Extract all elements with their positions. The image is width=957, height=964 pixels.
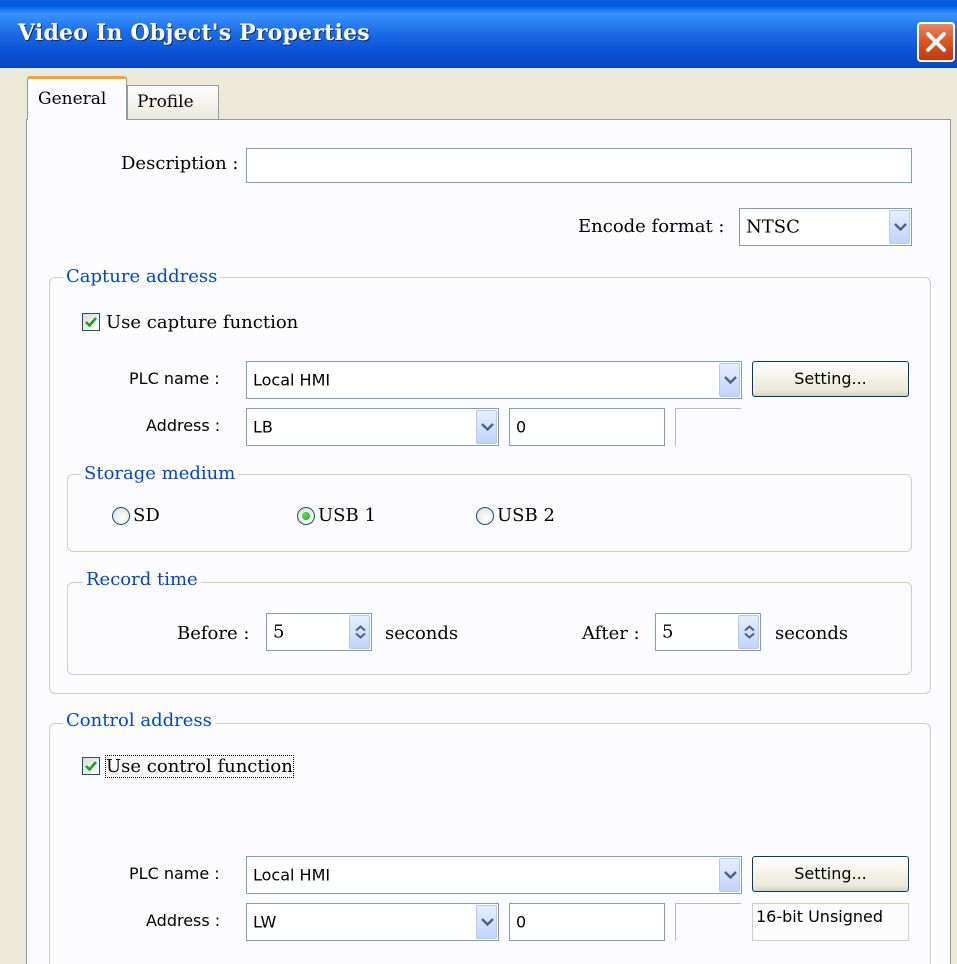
before-spinner[interactable]: 5 [266, 613, 372, 651]
radio-selected-dot [302, 512, 310, 520]
control-address-device-select[interactable]: LW [246, 903, 499, 941]
storage-usb2-radio[interactable] [476, 507, 494, 525]
control-setting-button[interactable]: Setting... [752, 856, 909, 892]
chevron-down-icon [724, 376, 737, 384]
control-address-extra-box [675, 903, 741, 941]
capture-setting-button[interactable]: Setting... [752, 361, 909, 397]
control-address-device-value: LW [253, 912, 277, 932]
tab-profile-label: Profile [137, 92, 194, 112]
capture-plc-name-label: PLC name : [129, 369, 220, 388]
capture-plc-dropdown-button[interactable] [719, 363, 740, 397]
use-capture-label: Use capture function [106, 312, 299, 333]
capture-address-extra-box [675, 408, 741, 446]
control-address-label: Address : [146, 911, 221, 930]
data-format-value: 16-bit Unsigned [756, 907, 884, 926]
capture-address-value: 0 [516, 417, 527, 437]
use-control-checkbox[interactable] [82, 757, 100, 775]
title-bar: Video In Object's Properties [0, 0, 957, 68]
chevron-down-icon [481, 918, 494, 926]
capture-plc-name-select[interactable]: Local HMI [246, 361, 742, 399]
capture-setting-label: Setting... [794, 369, 867, 388]
after-unit: seconds [775, 623, 849, 644]
control-plc-dropdown-button[interactable] [719, 858, 740, 892]
record-time-title: Record time [83, 569, 201, 590]
chevron-down-icon [481, 423, 494, 431]
before-label: Before : [177, 623, 250, 644]
capture-plc-name-value: Local HMI [253, 370, 331, 390]
tab-profile[interactable]: Profile [127, 85, 219, 120]
encode-format-dropdown-button[interactable] [889, 210, 910, 244]
capture-address-label: Address : [146, 416, 221, 435]
storage-usb2-label: USB 2 [497, 505, 555, 526]
chevron-down-icon [724, 871, 737, 879]
control-address-value: 0 [516, 912, 527, 932]
checkmark-icon [85, 317, 97, 328]
capture-device-dropdown-button[interactable] [476, 410, 497, 444]
data-format-box: 16-bit Unsigned [752, 903, 909, 941]
storage-sd-radio[interactable] [112, 507, 130, 525]
after-spin-buttons[interactable] [738, 615, 759, 649]
control-plc-name-select[interactable]: Local HMI [246, 856, 742, 894]
encode-format-value: NTSC [746, 216, 800, 238]
after-spinner[interactable]: 5 [655, 613, 761, 651]
chevron-down-icon [894, 223, 907, 231]
encode-format-select[interactable]: NTSC [739, 208, 912, 246]
control-address-input[interactable]: 0 [509, 903, 665, 941]
capture-address-input[interactable]: 0 [509, 408, 665, 446]
capture-address-device-select[interactable]: LB [246, 408, 499, 446]
description-label: Description : [121, 153, 239, 174]
tab-general-label: General [38, 89, 107, 109]
after-label: After : [582, 623, 640, 644]
close-button[interactable] [917, 22, 955, 62]
storage-usb1-label: USB 1 [318, 505, 376, 526]
before-unit: seconds [385, 623, 459, 644]
after-value: 5 [662, 621, 674, 643]
spin-arrows-icon [744, 625, 755, 639]
control-address-title: Control address [63, 710, 215, 731]
encode-format-label: Encode format : [578, 216, 725, 237]
storage-usb1-radio[interactable] [297, 507, 315, 525]
checkmark-icon [85, 761, 97, 772]
control-plc-name-label: PLC name : [129, 864, 220, 883]
capture-address-title: Capture address [63, 266, 221, 287]
storage-medium-title: Storage medium [81, 463, 239, 484]
control-plc-name-value: Local HMI [253, 865, 331, 885]
use-control-label: Use control function [105, 755, 294, 778]
use-capture-checkbox[interactable] [82, 313, 100, 331]
window-title: Video In Object's Properties [18, 20, 370, 46]
spin-arrows-icon [355, 625, 366, 639]
before-spin-buttons[interactable] [349, 615, 370, 649]
control-setting-label: Setting... [794, 864, 867, 883]
before-value: 5 [273, 621, 285, 643]
storage-sd-label: SD [133, 505, 160, 526]
control-device-dropdown-button[interactable] [476, 905, 497, 939]
description-input[interactable] [246, 148, 912, 183]
tab-general[interactable]: General [27, 76, 127, 120]
capture-address-device-value: LB [253, 417, 273, 437]
